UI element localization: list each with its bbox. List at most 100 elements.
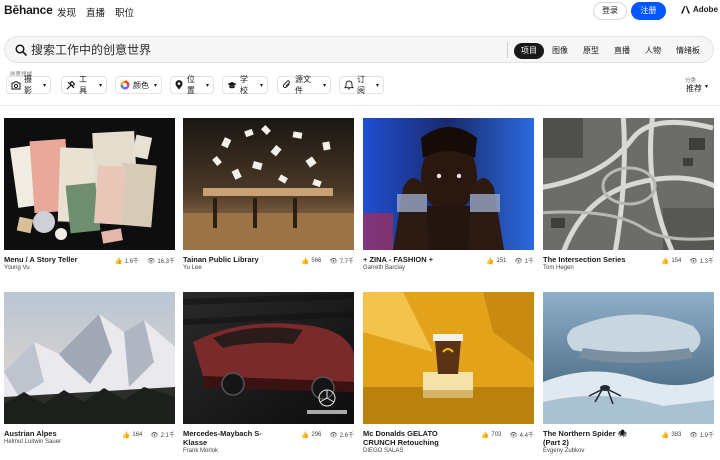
chevron-down-icon: ▾ (98, 82, 102, 89)
search-tab-livestreams[interactable]: 直播 (608, 43, 636, 59)
views-count: 7.7千 (339, 259, 354, 265)
project-owner[interactable]: Frank Morlok (183, 448, 218, 454)
project-stats: 👍 151 👁 1千 (486, 256, 534, 266)
project-thumbnail[interactable] (543, 292, 714, 424)
project-title[interactable]: The Intersection Series (543, 255, 626, 264)
sort-value: 推荐 (686, 84, 702, 93)
filter-label: 摄影 (24, 75, 32, 95)
tools-icon (66, 80, 76, 90)
project-thumbnail[interactable] (543, 118, 714, 250)
paperclip-icon (282, 80, 292, 90)
filter-label: 位置 (186, 75, 195, 95)
chevron-down-icon: ▾ (705, 84, 709, 90)
project-owner[interactable]: Garreth Barclay (363, 265, 405, 271)
filter-color[interactable]: 颜色 ▾ (115, 76, 162, 94)
project-thumbnail[interactable] (363, 118, 534, 250)
views-count: 4.4千 (519, 433, 534, 439)
filter-label: 工具 (79, 75, 87, 95)
sort-dropdown[interactable]: 推荐 ▾ (686, 83, 708, 94)
views-count: 1.3千 (699, 259, 714, 265)
nav-discover[interactable]: 发现 (57, 5, 76, 19)
project-thumbnail[interactable] (4, 292, 175, 424)
nav-jobs[interactable]: 职位 (115, 5, 134, 19)
project-stats: 👍 1.6千 👁 16.3千 (115, 256, 175, 266)
project-owner[interactable]: Evgeny Zubkov (543, 448, 584, 454)
thumbs-up-icon: 👍 (301, 431, 310, 439)
filter-label: 颜色 (133, 80, 149, 90)
filter-label: 学校 (240, 75, 248, 95)
chevron-down-icon: ▾ (375, 82, 379, 89)
likes-count: 164 (132, 431, 143, 438)
filter-label: 源文件 (295, 75, 311, 95)
thumbs-up-icon: 👍 (661, 257, 670, 265)
search-divider (507, 42, 508, 58)
project-thumbnail[interactable] (4, 118, 175, 250)
project-owner[interactable]: DIEGO SALAS (363, 448, 403, 454)
project-title[interactable]: Tainan Public Library (183, 255, 259, 264)
chevron-down-icon: ▾ (205, 82, 209, 89)
project-stats: 👍 383 👁 1.9千 (661, 430, 714, 440)
filter-photography[interactable]: 摄影 ▾ (6, 75, 51, 95)
filter-location[interactable]: 位置 ▾ (170, 75, 214, 95)
search-tab-projects[interactable]: 项目 (514, 43, 544, 59)
project-title[interactable]: Mc Donalds GELATO CRUNCH Retouching (363, 429, 463, 447)
filter-source-files[interactable]: 源文件 ▾ (277, 75, 331, 95)
likes-count: 1.6千 (124, 259, 140, 265)
filter-school[interactable]: 学校 ▾ (222, 75, 268, 95)
project-title[interactable]: + ZINA - FASHION + (363, 255, 433, 264)
graduation-cap-icon (227, 80, 237, 90)
eye-icon: 👁 (329, 431, 338, 439)
filter-divider (0, 105, 720, 106)
chevron-down-icon: ▾ (322, 82, 326, 89)
search-input[interactable] (31, 41, 491, 59)
filter-label: 订阅 (357, 75, 365, 95)
likes-count: 151 (496, 257, 507, 264)
project-title[interactable]: Mercedes-Maybach S-Klasse (183, 429, 283, 447)
project-owner[interactable]: Tom Hegen (543, 265, 574, 271)
project-thumbnail[interactable] (363, 292, 534, 424)
project-owner[interactable]: Young Vu (4, 265, 30, 271)
eye-icon: 👁 (147, 257, 156, 265)
project-stats: 👍 164 👁 2.1千 (122, 430, 175, 440)
adobe-label: Adobe (693, 5, 718, 14)
project-owner[interactable]: Helmut Luitwin Sauer (4, 439, 61, 445)
project-thumbnail[interactable] (183, 292, 354, 424)
thumbs-up-icon: 👍 (481, 431, 490, 439)
eye-icon: 👁 (509, 431, 518, 439)
filter-subscription[interactable]: 订阅 ▾ (339, 75, 384, 95)
thumbs-up-icon: 👍 (122, 431, 131, 439)
project-thumbnail[interactable] (183, 118, 354, 250)
views-count: 16.3千 (157, 259, 175, 265)
views-count: 2.6千 (339, 433, 354, 439)
likes-count: 154 (671, 257, 682, 264)
project-stats: 👍 154 👁 1.3千 (661, 256, 714, 266)
search-tab-prototypes[interactable]: 原型 (577, 43, 605, 59)
search-tab-images[interactable]: 图像 (546, 43, 574, 59)
project-stats: 👍 703 👁 4.4千 (481, 430, 534, 440)
project-stats: 👍 296 👁 2.6千 (301, 430, 354, 440)
likes-count: 566 (311, 257, 322, 264)
search-tab-moodboards[interactable]: 情绪板 (671, 43, 705, 59)
eye-icon: 👁 (689, 257, 698, 265)
eye-icon: 👁 (329, 257, 338, 265)
login-button[interactable]: 登录 (593, 2, 627, 20)
project-title[interactable]: Menu / A Story Teller (4, 255, 77, 264)
subscription-icon (344, 80, 354, 90)
adobe-link[interactable]: Adobe (681, 5, 718, 14)
project-title[interactable]: The Northern Spider 🕷 (Part 2) (543, 429, 643, 447)
eye-icon: 👁 (514, 257, 523, 265)
signup-button[interactable]: 注册 (631, 2, 666, 20)
filter-tools[interactable]: 工具 ▾ (61, 75, 107, 95)
nav-livestream[interactable]: 直播 (86, 5, 105, 19)
chevron-down-icon: ▾ (153, 82, 157, 89)
likes-count: 383 (671, 431, 682, 438)
views-count: 1千 (524, 259, 534, 265)
project-title[interactable]: Austrian Alpes (4, 429, 57, 438)
thumbs-up-icon: 👍 (661, 431, 670, 439)
search-tab-people[interactable]: 人物 (639, 43, 667, 59)
views-count: 2.1千 (160, 433, 175, 439)
project-owner[interactable]: Yu Lee (183, 265, 202, 271)
chevron-down-icon: ▾ (259, 82, 263, 89)
behance-logo[interactable]: Bēhance (4, 3, 53, 17)
location-pin-icon (175, 80, 184, 90)
